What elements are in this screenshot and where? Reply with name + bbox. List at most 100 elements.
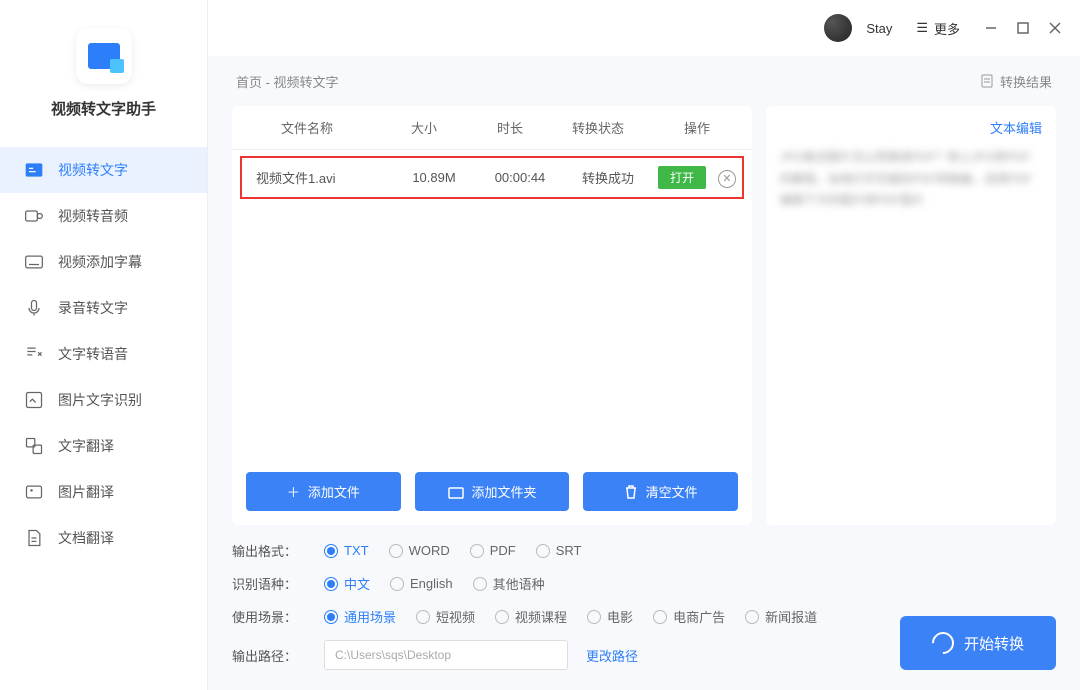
cell-action: 打开 ✕ <box>652 166 742 189</box>
nav-video-to-text[interactable]: 视频转文字 <box>0 147 207 193</box>
nav-label: 图片文字识别 <box>58 390 142 410</box>
nav-video-to-audio[interactable]: 视频转音频 <box>0 193 207 239</box>
image-translate-icon <box>24 482 44 502</box>
main: Stay ☰ 更多 首页 - 视频转文字 转换结果 文件名称 <box>208 0 1080 690</box>
add-folder-button[interactable]: 添加文件夹 <box>415 472 570 511</box>
video-text-icon <box>24 160 44 180</box>
nav-image-translate[interactable]: 图片翻译 <box>0 469 207 515</box>
start-label: 开始转换 <box>964 633 1024 654</box>
plus-icon: ＋ <box>287 482 300 501</box>
document-icon <box>980 74 994 88</box>
table-row[interactable]: 视频文件1.avi 10.89M 00:00:44 转换成功 打开 ✕ <box>240 156 744 199</box>
nav-label: 视频转音频 <box>58 206 128 226</box>
sidebar: 视频转文字助手 视频转文字 视频转音频 视频添加字幕 录音转文字 文字转语音 <box>0 0 208 690</box>
th-duration: 时长 <box>466 106 554 149</box>
language-group: 中文 English 其他语种 <box>324 574 545 593</box>
app-logo <box>76 28 132 84</box>
convert-icon <box>927 627 958 658</box>
language-label: 识别语种： <box>232 574 306 593</box>
add-file-button[interactable]: ＋ 添加文件 <box>246 472 401 511</box>
th-size: 大小 <box>382 106 466 149</box>
result-label: 转换结果 <box>1000 72 1052 91</box>
scene-label: 使用场景： <box>232 607 306 626</box>
ocr-icon <box>24 390 44 410</box>
nav-label: 文字翻译 <box>58 436 114 456</box>
mic-icon <box>24 298 44 318</box>
cell-size: 10.89M <box>392 170 476 185</box>
scene-news[interactable]: 新闻报道 <box>745 607 817 626</box>
cell-status: 转换成功 <box>564 168 652 187</box>
nav-video-subtitle[interactable]: 视频添加字幕 <box>0 239 207 285</box>
cell-name: 视频文件1.avi <box>242 168 392 187</box>
add-file-label: 添加文件 <box>308 482 360 501</box>
change-path-link[interactable]: 更改路径 <box>586 646 638 665</box>
lang-other[interactable]: 其他语种 <box>473 574 545 593</box>
scene-course[interactable]: 视频课程 <box>495 607 567 626</box>
format-pdf[interactable]: PDF <box>470 543 516 558</box>
cell-duration: 00:00:44 <box>476 170 564 185</box>
format-group: TXT WORD PDF SRT <box>324 543 582 558</box>
nav-text-to-speech[interactable]: 文字转语音 <box>0 331 207 377</box>
close-button[interactable] <box>1048 21 1062 35</box>
tts-icon <box>24 344 44 364</box>
nav: 视频转文字 视频转音频 视频添加字幕 录音转文字 文字转语音 图片文字识别 <box>0 137 207 561</box>
doc-icon <box>24 528 44 548</box>
avatar[interactable] <box>824 14 852 42</box>
app-title: 视频转文字助手 <box>0 98 207 119</box>
scene-general[interactable]: 通用场景 <box>324 607 396 626</box>
breadcrumb-bar: 首页 - 视频转文字 转换结果 <box>208 56 1080 106</box>
breadcrumb: 首页 - 视频转文字 <box>236 72 339 91</box>
lang-zh[interactable]: 中文 <box>324 574 370 593</box>
scene-ad[interactable]: 电商广告 <box>653 607 725 626</box>
nav-label: 视频添加字幕 <box>58 252 142 272</box>
table-header: 文件名称 大小 时长 转换状态 操作 <box>232 106 752 150</box>
nav-doc-translate[interactable]: 文档翻译 <box>0 515 207 561</box>
th-action: 操作 <box>642 106 752 149</box>
maximize-button[interactable] <box>1016 21 1030 35</box>
text-edit-link[interactable]: 文本编辑 <box>780 118 1042 137</box>
th-status: 转换状态 <box>554 106 642 149</box>
open-button[interactable]: 打开 <box>658 166 706 189</box>
nav-audio-to-text[interactable]: 录音转文字 <box>0 285 207 331</box>
trash-icon <box>624 484 638 500</box>
th-name: 文件名称 <box>232 106 382 149</box>
format-txt[interactable]: TXT <box>324 543 369 558</box>
video-audio-icon <box>24 206 44 226</box>
scene-short[interactable]: 短视频 <box>416 607 475 626</box>
format-srt[interactable]: SRT <box>536 543 582 558</box>
format-word[interactable]: WORD <box>389 543 450 558</box>
folder-icon <box>448 485 464 499</box>
clear-button[interactable]: 清空文件 <box>583 472 738 511</box>
nav-label: 图片翻译 <box>58 482 114 502</box>
add-folder-label: 添加文件夹 <box>472 482 537 501</box>
result-link[interactable]: 转换结果 <box>980 72 1052 91</box>
preview-panel: 文本编辑 JPG格式图片怎么转换成PDF？除上JPG转PDF的教程，加电打开页面… <box>766 106 1056 525</box>
scene-movie[interactable]: 电影 <box>587 607 633 626</box>
start-convert-button[interactable]: 开始转换 <box>900 616 1056 670</box>
nav-image-ocr[interactable]: 图片文字识别 <box>0 377 207 423</box>
lang-en[interactable]: English <box>390 574 453 593</box>
user-name: Stay <box>866 21 892 36</box>
nav-label: 录音转文字 <box>58 298 128 318</box>
scene-group: 通用场景 短视频 视频课程 电影 电商广告 新闻报道 <box>324 607 817 626</box>
output-label: 输出路径： <box>232 646 306 665</box>
output-path-input[interactable] <box>324 640 568 670</box>
delete-row-button[interactable]: ✕ <box>718 170 736 188</box>
clear-label: 清空文件 <box>646 482 698 501</box>
nav-text-translate[interactable]: 文字翻译 <box>0 423 207 469</box>
nav-label: 文档翻译 <box>58 528 114 548</box>
hamburger-icon: ☰ <box>916 20 928 36</box>
translate-icon <box>24 436 44 456</box>
logo-area: 视频转文字助手 <box>0 0 207 137</box>
more-button[interactable]: ☰ 更多 <box>916 19 960 38</box>
subtitle-icon <box>24 252 44 272</box>
titlebar: Stay ☰ 更多 <box>208 0 1080 56</box>
options: 输出格式： TXT WORD PDF SRT 识别语种： 中文 English <box>232 541 817 670</box>
nav-label: 视频转文字 <box>58 160 128 180</box>
minimize-button[interactable] <box>984 21 998 35</box>
preview-text: JPG格式图片怎么转换成PDF？除上JPG转PDF的教程，加电打开页面的PDF转… <box>780 147 1042 212</box>
format-label: 输出格式： <box>232 541 306 560</box>
more-label: 更多 <box>934 19 960 38</box>
nav-label: 文字转语音 <box>58 344 128 364</box>
file-table: 文件名称 大小 时长 转换状态 操作 视频文件1.avi 10.89M 00:0… <box>232 106 752 525</box>
